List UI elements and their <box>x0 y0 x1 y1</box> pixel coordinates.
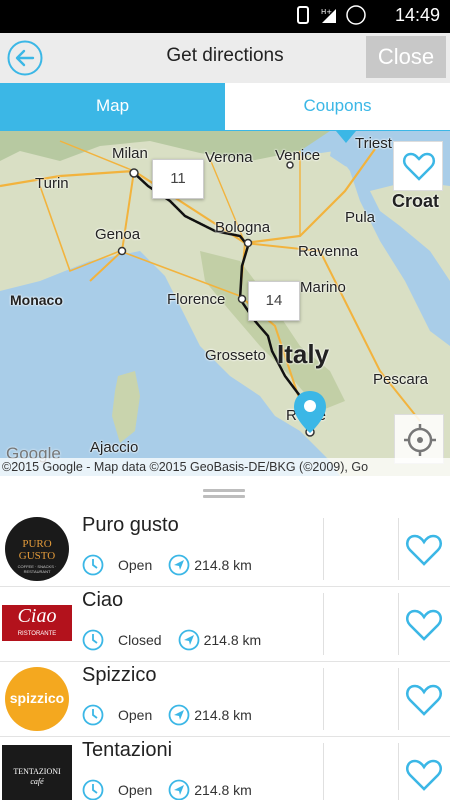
place-milan: Milan <box>112 145 148 162</box>
distance: 214.8 km <box>203 632 262 648</box>
distance: 214.8 km <box>194 782 252 798</box>
drag-handle-icon <box>203 489 245 498</box>
place-croatia: Croat <box>392 191 440 211</box>
place-monaco: Monaco <box>10 292 63 308</box>
restaurant-logo: PURO GUSTO COFFEE · SNACKS · RESTAURANT <box>2 516 72 582</box>
open-status: Open <box>118 707 153 723</box>
logo-text: spizzico <box>9 690 65 706</box>
divider <box>323 743 324 800</box>
status-icons: H+ <box>294 5 366 25</box>
svg-text:H+: H+ <box>321 8 332 16</box>
panel-drag-handle[interactable] <box>0 476 450 512</box>
tab-bar: Map Coupons <box>0 83 450 131</box>
divider <box>323 668 324 730</box>
place-florence: Florence <box>167 291 226 308</box>
logo-text: PURO GUSTO <box>18 538 56 562</box>
tab-map[interactable]: Map <box>0 83 225 130</box>
heart-icon <box>402 152 436 181</box>
logo-subtext: RISTORANTE <box>17 631 57 637</box>
logo-text: TENTAZIONI <box>13 767 61 776</box>
status-bar: H+ 14:49 <box>0 0 450 33</box>
route-badge[interactable]: 14 <box>248 281 300 321</box>
restaurant-name: Spizzico <box>82 664 157 686</box>
place-trieste: Triest <box>355 135 392 152</box>
list-item[interactable]: TENTAZIONI café Tentazioni Open 214.8 km <box>0 737 450 800</box>
clock-icon <box>82 554 104 576</box>
vibrate-icon <box>297 6 309 24</box>
divider <box>323 518 324 580</box>
heart-icon[interactable] <box>405 532 443 568</box>
place-grosseto: Grosseto <box>205 347 266 364</box>
distance: 214.8 km <box>194 557 252 573</box>
restaurant-meta: Open 214.8 km <box>82 779 252 800</box>
restaurant-name: Ciao <box>82 589 124 611</box>
navigation-icon <box>168 554 190 576</box>
map-favorite-button[interactable] <box>393 141 443 191</box>
divider <box>398 668 399 730</box>
place-ravenna: Ravenna <box>298 243 359 260</box>
open-status: Open <box>118 782 153 798</box>
place-pescara: Pescara <box>373 371 429 388</box>
navigation-icon <box>168 704 190 726</box>
place-turin: Turin <box>35 175 69 192</box>
clock-icon <box>82 779 104 800</box>
restaurant-meta: Open 214.8 km <box>82 554 252 576</box>
open-status: Open <box>118 557 153 573</box>
distance: 214.8 km <box>194 707 252 723</box>
place-genoa: Genoa <box>95 226 141 243</box>
navigation-icon <box>178 629 199 651</box>
clock-icon <box>82 629 104 651</box>
my-location-button[interactable] <box>394 414 444 464</box>
place-bologna: Bologna <box>215 219 271 236</box>
heart-icon[interactable] <box>405 757 443 793</box>
place-marino: Marino <box>300 279 346 296</box>
clock-icon <box>82 704 104 726</box>
place-italy: Italy <box>277 339 330 369</box>
restaurant-name: Puro gusto <box>82 514 179 536</box>
divider <box>398 518 399 580</box>
battery-icon <box>346 5 366 25</box>
list-item[interactable]: Ciao RISTORANTE Ciao Closed 214.8 km <box>0 587 450 662</box>
restaurant-name: Tentazioni <box>82 739 173 761</box>
map-view[interactable]: Milan Verona Venice Triest Turin Croat P… <box>0 131 450 476</box>
place-ajaccio: Ajaccio <box>90 439 139 456</box>
open-status: Closed <box>118 632 162 648</box>
map-copyright: ©2015 Google - Map data ©2015 GeoBasis-D… <box>0 458 450 476</box>
navigation-icon <box>168 779 190 800</box>
list-item[interactable]: PURO GUSTO COFFEE · SNACKS · RESTAURANT … <box>0 512 450 587</box>
logo-text: Ciao <box>17 605 57 627</box>
close-button[interactable]: Close <box>366 36 446 78</box>
restaurant-meta: Closed 214.8 km <box>82 629 261 651</box>
clock-time: 14:49 <box>394 5 440 25</box>
heart-icon[interactable] <box>405 607 443 643</box>
heart-icon[interactable] <box>405 682 443 718</box>
route-badge[interactable]: 11 <box>152 159 204 199</box>
divider <box>398 593 399 655</box>
restaurant-list: PURO GUSTO COFFEE · SNACKS · RESTAURANT … <box>0 512 450 800</box>
logo-subtext: café <box>30 777 44 786</box>
list-item[interactable]: spizzico Spizzico Open 214.8 km <box>0 662 450 737</box>
place-verona: Verona <box>205 149 253 166</box>
signal-icon: H+ <box>321 8 336 23</box>
restaurant-meta: Open 214.8 km <box>82 704 252 726</box>
divider <box>323 593 324 655</box>
destination-pin-icon[interactable] <box>292 389 328 435</box>
logo-subtext: COFFEE · SNACKS · RESTAURANT <box>17 564 57 574</box>
app-header: Get directions Close <box>0 33 450 83</box>
restaurant-logo: spizzico <box>2 666 72 732</box>
restaurant-logo: Ciao RISTORANTE <box>2 591 72 657</box>
place-pula: Pula <box>345 209 376 226</box>
place-venice: Venice <box>275 147 321 164</box>
divider <box>398 743 399 800</box>
tab-coupons[interactable]: Coupons <box>225 83 450 130</box>
restaurant-logo: TENTAZIONI café <box>2 741 72 800</box>
